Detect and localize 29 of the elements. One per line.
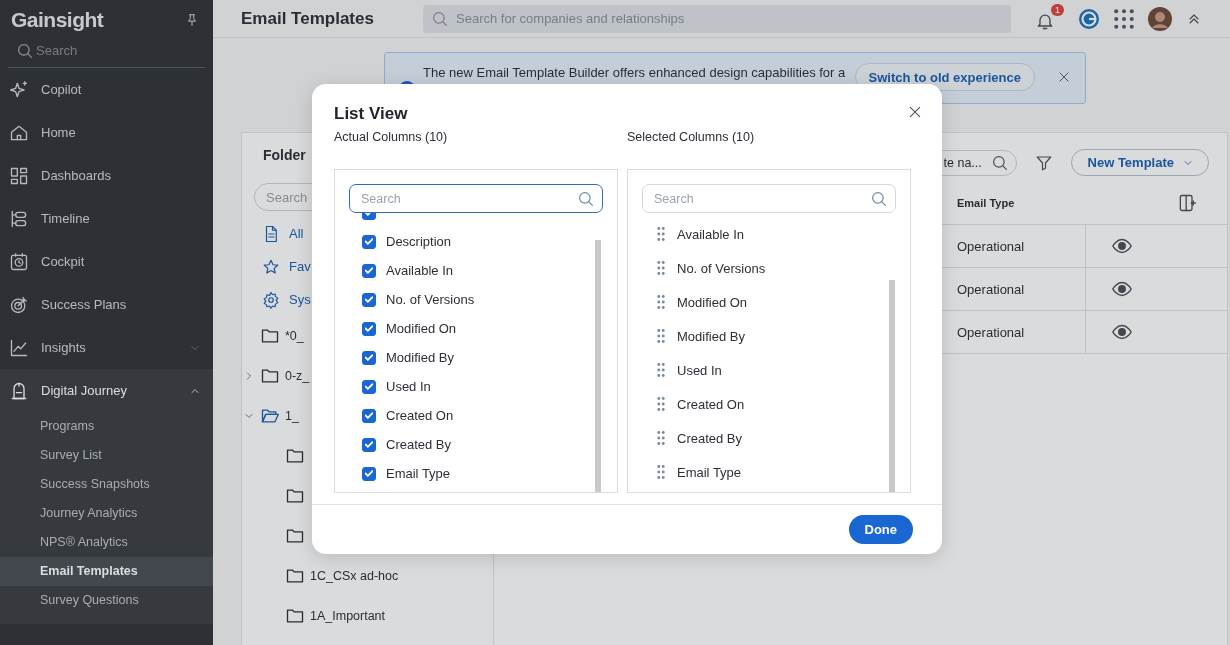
column-label: Available In bbox=[677, 226, 744, 242]
column-label: Email Type bbox=[677, 464, 742, 480]
logo: Gainsight bbox=[11, 8, 104, 32]
page-title: Email Templates bbox=[241, 8, 375, 29]
column-label: Created By bbox=[677, 430, 743, 446]
table-cell: Operational bbox=[957, 311, 1086, 353]
section-heading: Selected Columns (10) bbox=[627, 129, 756, 146]
column-label: Modified By bbox=[386, 350, 454, 365]
column-label: Used In bbox=[386, 379, 431, 394]
section-heading: Actual Columns (10) bbox=[334, 129, 449, 146]
table-cell: Operational bbox=[957, 225, 1086, 267]
table-cell: Operational bbox=[957, 268, 1086, 310]
column-label: Used In bbox=[677, 362, 722, 378]
banner-text: The new Email Template Builder offers enhanced design capabilities for a bbox=[423, 65, 847, 81]
column-label: Email Type bbox=[386, 466, 451, 481]
column-label: Modified By bbox=[677, 328, 745, 344]
column-label: Modified On bbox=[677, 294, 748, 310]
dialog-title: List View bbox=[334, 104, 408, 125]
notification-badge: 1 bbox=[1051, 4, 1064, 16]
column-label: Created On bbox=[677, 396, 745, 412]
column-label: Available In bbox=[386, 263, 453, 278]
column-label: Created On bbox=[386, 408, 454, 423]
column-label: No. of Versions bbox=[677, 260, 766, 276]
panel-title: Folder bbox=[262, 147, 307, 165]
column-label: Modified On bbox=[386, 321, 457, 336]
column-label: No. of Versions bbox=[386, 292, 475, 307]
column-label: Created By bbox=[386, 437, 452, 452]
column-label: Description bbox=[386, 234, 452, 249]
column-header: Email Type bbox=[957, 196, 1016, 209]
